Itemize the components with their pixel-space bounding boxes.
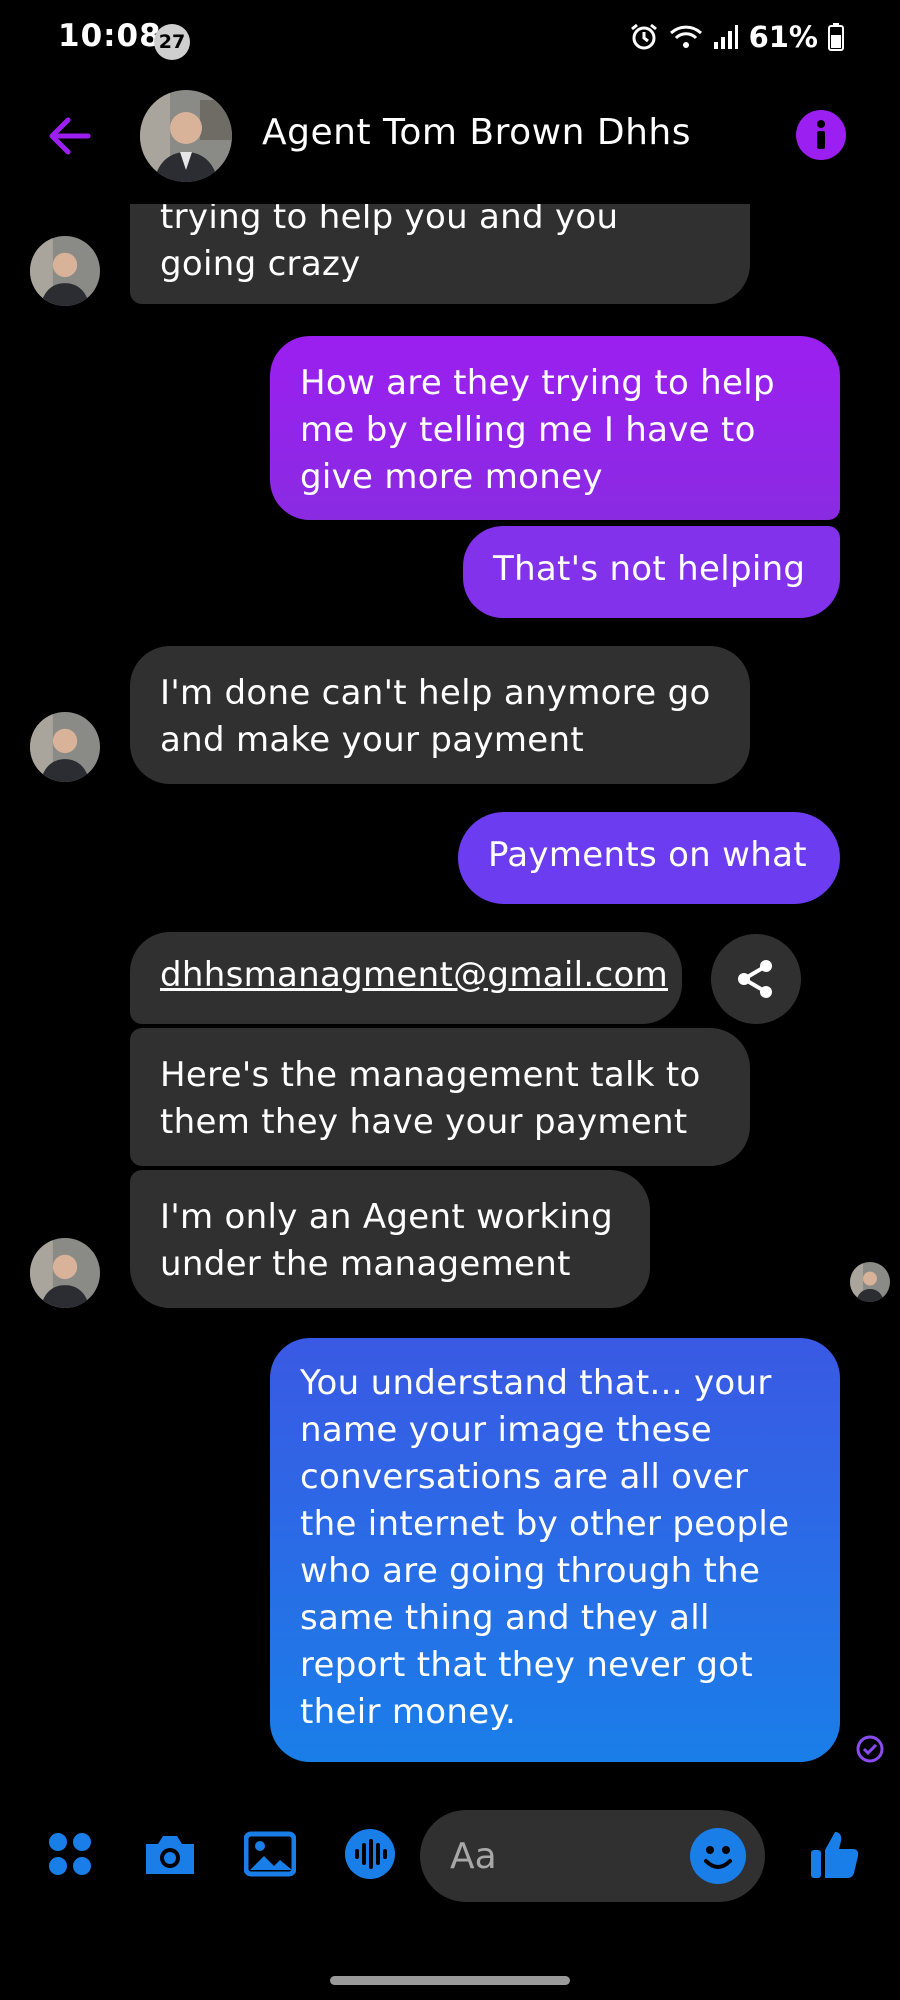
- thumbs-up-icon: [811, 1832, 859, 1878]
- sent-check-icon: [855, 1734, 885, 1764]
- back-arrow-icon: [49, 117, 91, 155]
- contact-avatar[interactable]: [140, 90, 232, 182]
- battery-icon: [828, 23, 844, 51]
- message-text: You understand that... your name your im…: [300, 1363, 790, 1732]
- wifi-icon: [669, 23, 703, 51]
- audio-wave-icon: [345, 1829, 395, 1879]
- outgoing-message[interactable]: You understand that... your name your im…: [270, 1338, 840, 1762]
- like-button[interactable]: [805, 1824, 865, 1884]
- message-text: I'm done can't help anymore go and make …: [160, 673, 711, 760]
- incoming-message[interactable]: Here's the management talk to them they …: [130, 1028, 750, 1166]
- info-button[interactable]: [796, 110, 846, 160]
- menu-button[interactable]: [40, 1824, 100, 1884]
- message-text: Payments on what: [488, 835, 807, 875]
- alarm-icon: [629, 22, 659, 52]
- four-dots-icon: [49, 1833, 91, 1875]
- image-icon: [244, 1831, 296, 1877]
- message-text: That's not helping: [493, 549, 806, 589]
- incoming-message[interactable]: trying to help you and you going crazy: [130, 204, 750, 304]
- read-receipt-avatar: [850, 1262, 890, 1302]
- outgoing-message[interactable]: How are they trying to help me by tellin…: [270, 336, 840, 520]
- email-link[interactable]: dhhsmanagment@gmail.com: [160, 955, 668, 995]
- sender-avatar[interactable]: [30, 236, 100, 306]
- camera-button[interactable]: [140, 1824, 200, 1884]
- camera-icon: [146, 1836, 194, 1874]
- info-icon: [817, 120, 825, 149]
- contact-name[interactable]: Agent Tom Brown Dhhs: [262, 112, 691, 153]
- share-icon: [738, 960, 772, 998]
- sender-avatar[interactable]: [30, 712, 100, 782]
- back-button[interactable]: [42, 108, 98, 164]
- incoming-message[interactable]: I'm done can't help anymore go and make …: [130, 646, 750, 784]
- message-text: Here's the management talk to them they …: [160, 1055, 701, 1142]
- share-button[interactable]: [711, 934, 801, 1024]
- chat-header: Agent Tom Brown Dhhs: [0, 84, 900, 204]
- notification-count-badge: 27: [154, 24, 190, 60]
- battery-percent: 61%: [748, 20, 818, 54]
- gallery-button[interactable]: [240, 1824, 300, 1884]
- message-composer: [0, 1800, 900, 1912]
- signal-icon: [713, 24, 739, 50]
- outgoing-message[interactable]: Payments on what: [458, 812, 840, 904]
- incoming-message[interactable]: I'm only an Agent working under the mana…: [130, 1170, 650, 1308]
- message-text: I'm only an Agent working under the mana…: [160, 1197, 614, 1284]
- status-bar: 10:08 27 61%: [0, 0, 900, 84]
- outgoing-message[interactable]: That's not helping: [463, 526, 840, 618]
- sender-avatar[interactable]: [30, 1238, 100, 1308]
- status-icons: 61%: [629, 20, 844, 54]
- status-time: 10:08: [58, 18, 162, 54]
- emoji-button[interactable]: [690, 1828, 746, 1884]
- smiley-icon: [704, 1846, 732, 1869]
- message-text: How are they trying to help me by tellin…: [300, 363, 775, 497]
- message-list[interactable]: trying to help you and you going crazy H…: [0, 204, 900, 1784]
- home-indicator[interactable]: [330, 1976, 570, 1985]
- message-text: trying to help you and you going crazy: [160, 204, 619, 284]
- incoming-link-message[interactable]: dhhsmanagment@gmail.com: [130, 932, 682, 1024]
- voice-button[interactable]: [340, 1824, 400, 1884]
